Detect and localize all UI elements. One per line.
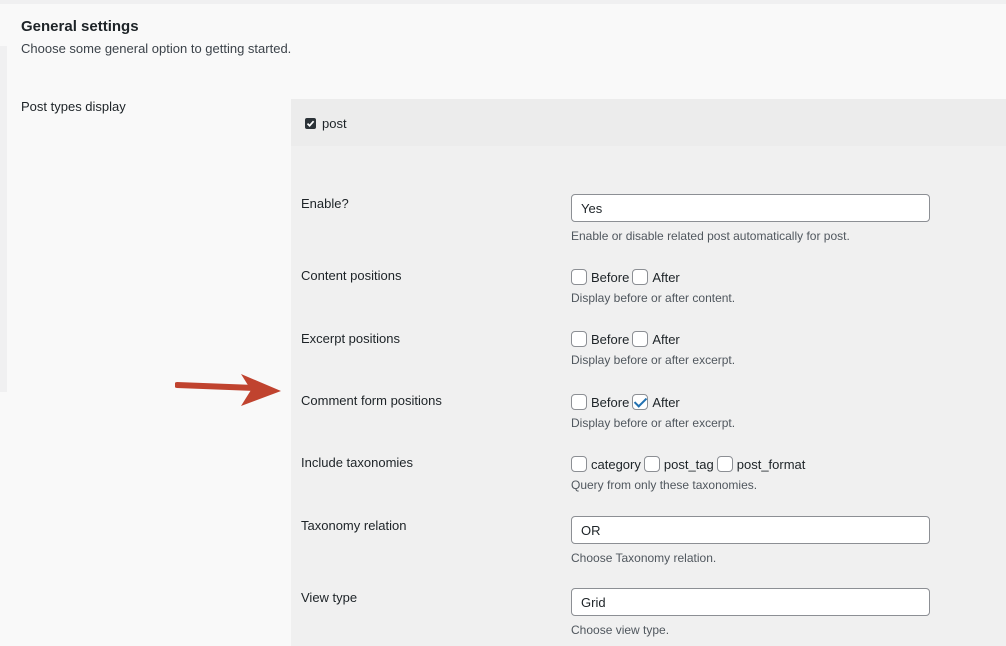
option-label: Before xyxy=(591,269,630,285)
comment-form-positions-options: Before After xyxy=(571,394,683,410)
comment-form-positions-description: Display before or after excerpt. xyxy=(571,416,736,430)
content-positions-description: Display before or after content. xyxy=(571,291,736,305)
view-type-label: View type xyxy=(301,590,358,605)
enable-select[interactable]: Yes xyxy=(571,194,930,222)
comment-form-positions-label: Comment form positions xyxy=(301,393,442,408)
excerpt-after-checkbox[interactable]: After xyxy=(632,331,680,347)
post-settings-panel: post Enable? Yes Enable or disable relat… xyxy=(291,99,1006,646)
option-label: category xyxy=(591,456,641,472)
left-rail xyxy=(0,46,7,392)
arrow-right-icon xyxy=(175,374,281,406)
include-taxonomies-label: Include taxonomies xyxy=(301,455,414,470)
content-positions-options: Before After xyxy=(571,269,683,285)
checkbox xyxy=(571,331,587,347)
checkbox xyxy=(571,456,587,472)
top-bar xyxy=(0,0,1006,4)
taxonomy-relation-select[interactable]: OR xyxy=(571,516,930,544)
comment-before-checkbox[interactable]: Before xyxy=(571,394,629,410)
content-positions-label: Content positions xyxy=(301,268,402,283)
excerpt-positions-description: Display before or after excerpt. xyxy=(571,353,736,367)
panel-header: post xyxy=(291,99,1006,146)
excerpt-positions-options: Before After xyxy=(571,331,683,347)
field-comment-form-positions: Comment form positions Before After Disp… xyxy=(291,393,1006,433)
enable-label: Enable? xyxy=(301,196,349,211)
content-before-checkbox[interactable]: Before xyxy=(571,269,629,285)
taxonomy-category-checkbox[interactable]: category xyxy=(571,456,641,472)
field-include-taxonomies: Include taxonomies category post_tag pos… xyxy=(291,455,1006,495)
checkbox xyxy=(716,456,733,472)
taxonomy-post-format-checkbox[interactable]: post_format xyxy=(716,456,806,472)
field-content-positions: Content positions Before After Display b… xyxy=(291,268,1006,308)
option-label: Before xyxy=(591,394,630,410)
checkbox-checked-icon xyxy=(305,118,316,129)
section-description: Choose some general option to getting st… xyxy=(21,41,292,56)
field-view-type: View type Grid Choose view type. xyxy=(291,588,1006,640)
option-label: post_format xyxy=(736,456,806,472)
view-type-description: Choose view type. xyxy=(571,623,670,637)
option-label: post_tag xyxy=(663,456,714,472)
post-type-label: post xyxy=(322,116,347,131)
option-label: After xyxy=(652,394,680,410)
include-taxonomies-description: Query from only these taxonomies. xyxy=(571,478,758,492)
content-after-checkbox[interactable]: After xyxy=(632,269,680,285)
option-label: Before xyxy=(591,331,630,347)
option-label: After xyxy=(652,331,680,347)
excerpt-before-checkbox[interactable]: Before xyxy=(571,331,629,347)
taxonomy-relation-description: Choose Taxonomy relation. xyxy=(571,551,717,565)
field-taxonomy-relation: Taxonomy relation OR Choose Taxonomy rel… xyxy=(291,516,1006,568)
enable-description: Enable or disable related post automatic… xyxy=(571,229,850,243)
section-title: General settings xyxy=(21,18,139,35)
checkbox xyxy=(571,394,587,410)
checkbox xyxy=(643,456,660,472)
post-types-label: Post types display xyxy=(21,99,126,114)
checkbox xyxy=(632,269,649,285)
checkbox xyxy=(571,269,587,285)
view-type-select[interactable]: Grid xyxy=(571,588,930,616)
checkbox xyxy=(632,331,649,347)
post-type-checkbox[interactable]: post xyxy=(305,116,347,131)
field-enable: Enable? Yes Enable or disable related po… xyxy=(291,194,1006,246)
checkbox-checked-icon xyxy=(632,394,649,410)
excerpt-positions-label: Excerpt positions xyxy=(301,331,400,346)
field-excerpt-positions: Excerpt positions Before After Display b… xyxy=(291,331,1006,371)
option-label: After xyxy=(652,269,680,285)
taxonomy-relation-label: Taxonomy relation xyxy=(301,518,407,533)
comment-after-checkbox[interactable]: After xyxy=(632,394,680,410)
taxonomy-post-tag-checkbox[interactable]: post_tag xyxy=(643,456,714,472)
include-taxonomies-options: category post_tag post_format xyxy=(571,456,808,472)
